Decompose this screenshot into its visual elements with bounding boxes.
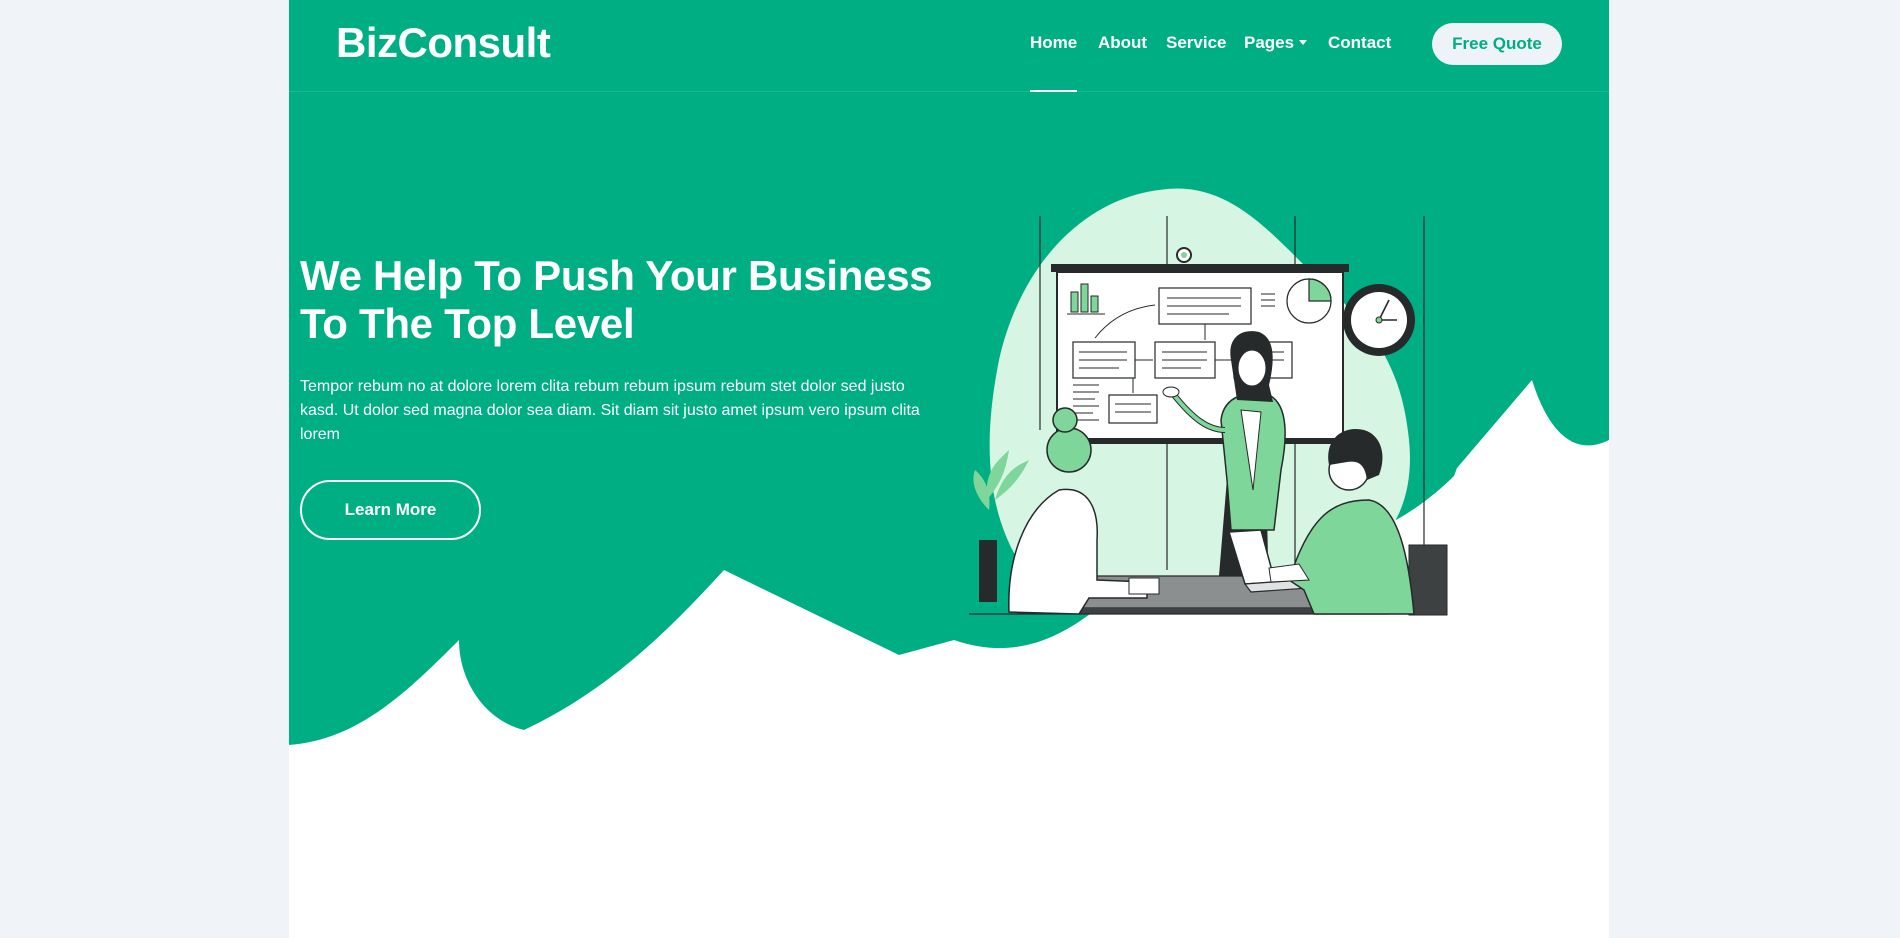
learn-more-button[interactable]: Learn More bbox=[300, 480, 481, 540]
free-quote-button[interactable]: Free Quote bbox=[1432, 23, 1562, 65]
nav-contact[interactable]: Contact bbox=[1328, 32, 1391, 54]
clock-icon bbox=[1343, 284, 1415, 356]
nav-about[interactable]: About bbox=[1098, 32, 1147, 54]
navbar: BizConsult Home About Service Pages Cont… bbox=[289, 0, 1609, 92]
chevron-down-icon bbox=[1299, 40, 1308, 45]
nav-pages-label: Pages bbox=[1244, 33, 1295, 52]
presentation-board-icon bbox=[1051, 264, 1349, 444]
hero-illustration bbox=[969, 188, 1448, 616]
page: BizConsult Home About Service Pages Cont… bbox=[289, 0, 1609, 938]
nav-pages[interactable]: Pages bbox=[1244, 32, 1308, 54]
nav-service[interactable]: Service bbox=[1166, 32, 1227, 54]
brand-logo[interactable]: BizConsult bbox=[336, 18, 551, 68]
hero-title: We Help To Push Your Business To The Top… bbox=[300, 252, 933, 347]
nav-home[interactable]: Home bbox=[1030, 32, 1078, 92]
hero-description: Tempor rebum no at dolore lorem clita re… bbox=[300, 378, 920, 443]
